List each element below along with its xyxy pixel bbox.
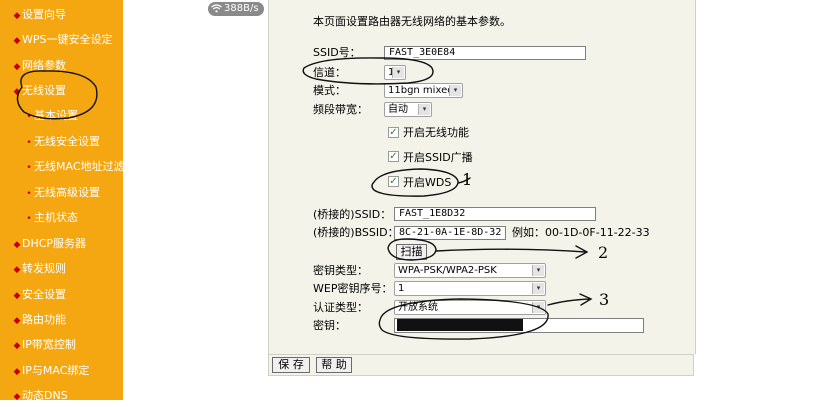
save-button[interactable]: 保 存 bbox=[272, 357, 310, 373]
annotation-number-2: 2 bbox=[598, 243, 609, 262]
sidebar-item-wireless[interactable]: ◆ 无线设置 bbox=[12, 81, 66, 101]
auth-type-select[interactable]: 开放系统 ▾ bbox=[394, 300, 546, 315]
bridge-bssid-input[interactable]: 8C-21-0A-1E-8D-32 bbox=[394, 226, 506, 240]
sidebar-item-wireless-advanced[interactable]: • 无线高级设置 bbox=[24, 183, 100, 203]
sidebar-item-dhcp[interactable]: ◆ DHCP服务器 bbox=[12, 234, 87, 254]
sidebar-item-bandwidth-control[interactable]: ◆ IP带宽控制 bbox=[12, 335, 76, 355]
sidebar-item-label: 无线设置 bbox=[22, 84, 66, 97]
enable-wireless-label: 开启无线功能 bbox=[403, 126, 469, 139]
bullet-icon: ◆ bbox=[13, 240, 21, 250]
bullet-icon: ◆ bbox=[13, 392, 21, 402]
bridge-bssid-label: (桥接的)BSSID： bbox=[313, 226, 399, 239]
sidebar-item-label: DHCP服务器 bbox=[22, 237, 87, 250]
bullet-icon: ◆ bbox=[13, 367, 21, 377]
sidebar-item-network[interactable]: ◆ 网络参数 bbox=[12, 56, 66, 76]
bandwidth-label: 频段带宽： bbox=[313, 103, 368, 116]
dropdown-arrow-icon: ▾ bbox=[532, 265, 544, 276]
mode-value: 11bgn mixed bbox=[388, 85, 454, 96]
sidebar-item-label: 网络参数 bbox=[22, 59, 66, 72]
redacted-key bbox=[397, 319, 523, 331]
sidebar-item-label: 无线MAC地址过滤 bbox=[34, 160, 125, 173]
key-type-select[interactable]: WPA-PSK/WPA2-PSK ▾ bbox=[394, 263, 546, 278]
sidebar-item-label: 设置向导 bbox=[22, 8, 66, 21]
sidebar-item-mac-filter[interactable]: • 无线MAC地址过滤 bbox=[24, 157, 125, 177]
sidebar-item-label: 主机状态 bbox=[34, 211, 78, 224]
sidebar-item-label: IP带宽控制 bbox=[22, 338, 76, 351]
sidebar-item-ddns[interactable]: ◆ 动态DNS bbox=[12, 386, 68, 406]
bullet-icon: • bbox=[26, 189, 32, 199]
key-type-value: WPA-PSK/WPA2-PSK bbox=[398, 265, 497, 276]
enable-ssid-broadcast-checkbox[interactable]: ✓ bbox=[388, 151, 399, 162]
bullet-icon: • bbox=[26, 163, 32, 173]
bridge-ssid-input[interactable]: FAST_1E8D32 bbox=[394, 207, 596, 221]
sidebar-item-label: 动态DNS bbox=[22, 389, 68, 402]
annotation-number-3: 3 bbox=[599, 290, 610, 309]
bullet-icon: ◆ bbox=[13, 36, 21, 46]
channel-select[interactable]: 1▾ bbox=[384, 65, 406, 80]
enable-wds-label: 开启WDS bbox=[403, 176, 452, 189]
wep-index-label: WEP密钥序号： bbox=[313, 282, 393, 295]
sidebar-item-label: 路由功能 bbox=[22, 313, 66, 326]
network-speed-value: 388B/s bbox=[224, 3, 259, 14]
bandwidth-value: 自动 bbox=[388, 104, 408, 115]
enable-wireless-checkbox[interactable]: ✓ bbox=[388, 127, 399, 138]
sidebar-item-ip-mac-binding[interactable]: ◆ IP与MAC绑定 bbox=[12, 361, 90, 381]
sidebar-item-wireless-security[interactable]: • 无线安全设置 bbox=[24, 132, 100, 152]
bullet-icon: ◆ bbox=[13, 341, 21, 351]
bullet-icon: • bbox=[26, 214, 32, 224]
sidebar-item-security[interactable]: ◆ 安全设置 bbox=[12, 285, 66, 305]
sidebar-item-label: 安全设置 bbox=[22, 288, 66, 301]
sidebar-item-label: 无线高级设置 bbox=[34, 186, 100, 199]
scan-button[interactable]: 扫描 bbox=[396, 244, 427, 260]
bssid-example-hint: 例如：00-1D-0F-11-22-33 bbox=[512, 226, 650, 239]
dropdown-arrow-icon: ▾ bbox=[392, 67, 404, 78]
bullet-icon: ◆ bbox=[13, 87, 21, 97]
key-type-label: 密钥类型： bbox=[313, 264, 368, 277]
channel-label: 信道： bbox=[313, 66, 346, 79]
ssid-input[interactable]: FAST_3E0E84 bbox=[384, 46, 586, 60]
network-speed-badge: 388B/s bbox=[208, 2, 264, 16]
dropdown-arrow-icon: ▾ bbox=[449, 85, 461, 96]
dropdown-arrow-icon: ▾ bbox=[418, 104, 430, 115]
sidebar-item-label: 无线安全设置 bbox=[34, 135, 100, 148]
enable-ssid-broadcast-label: 开启SSID广播 bbox=[403, 151, 473, 164]
bridge-ssid-label: (桥接的)SSID： bbox=[313, 208, 392, 221]
sidebar-item-wps[interactable]: ◆ WPS一键安全设定 bbox=[12, 30, 113, 50]
wifi-icon bbox=[211, 3, 222, 12]
bandwidth-select[interactable]: 自动 ▾ bbox=[384, 102, 432, 117]
help-button[interactable]: 帮 助 bbox=[316, 357, 352, 373]
sidebar-item-label: 转发规则 bbox=[22, 262, 66, 275]
sidebar-item-routing[interactable]: ◆ 路由功能 bbox=[12, 310, 66, 330]
wep-index-value: 1 bbox=[398, 283, 405, 294]
auth-type-value: 开放系统 bbox=[398, 302, 438, 313]
page-margin bbox=[123, 0, 268, 400]
bullet-icon: ◆ bbox=[13, 265, 21, 275]
sidebar-item-label: 基本设置 bbox=[34, 109, 78, 122]
sidebar-menu: ◆ 设置向导 ◆ WPS一键安全设定 ◆ 网络参数 ◆ 无线设置 • 基本设置 • 无线安全… bbox=[0, 0, 125, 402]
mode-select[interactable]: 11bgn mixed ▾ bbox=[384, 83, 463, 98]
sidebar-item-label: IP与MAC绑定 bbox=[22, 364, 90, 377]
sidebar-item-host-status[interactable]: • 主机状态 bbox=[24, 208, 78, 228]
mode-label: 模式： bbox=[313, 84, 346, 97]
ssid-label: SSID号： bbox=[313, 46, 361, 59]
auth-type-label: 认证类型： bbox=[313, 301, 368, 314]
bullet-icon: ◆ bbox=[13, 291, 21, 301]
bullet-icon: ◆ bbox=[13, 62, 21, 72]
sidebar-item-basic-settings[interactable]: • 基本设置 bbox=[24, 106, 78, 126]
sidebar-item-forwarding[interactable]: ◆ 转发规则 bbox=[12, 259, 66, 279]
bullet-icon: ◆ bbox=[13, 11, 21, 21]
sidebar-item-label: WPS一键安全设定 bbox=[22, 33, 113, 46]
bullet-icon: ◆ bbox=[13, 316, 21, 326]
dropdown-arrow-icon: ▾ bbox=[532, 283, 544, 294]
dropdown-arrow-icon: ▾ bbox=[532, 302, 544, 313]
sidebar-item-setup-wizard[interactable]: ◆ 设置向导 bbox=[12, 5, 66, 25]
annotation-number-1: 1 bbox=[462, 170, 473, 189]
key-label: 密钥： bbox=[313, 319, 346, 332]
page-description: 本页面设置路由器无线网络的基本参数。 bbox=[313, 15, 511, 28]
wep-index-select[interactable]: 1 ▾ bbox=[394, 281, 546, 296]
bullet-icon: • bbox=[26, 138, 32, 148]
bullet-icon: • bbox=[26, 112, 32, 122]
enable-wds-checkbox[interactable]: ✓ bbox=[388, 176, 399, 187]
